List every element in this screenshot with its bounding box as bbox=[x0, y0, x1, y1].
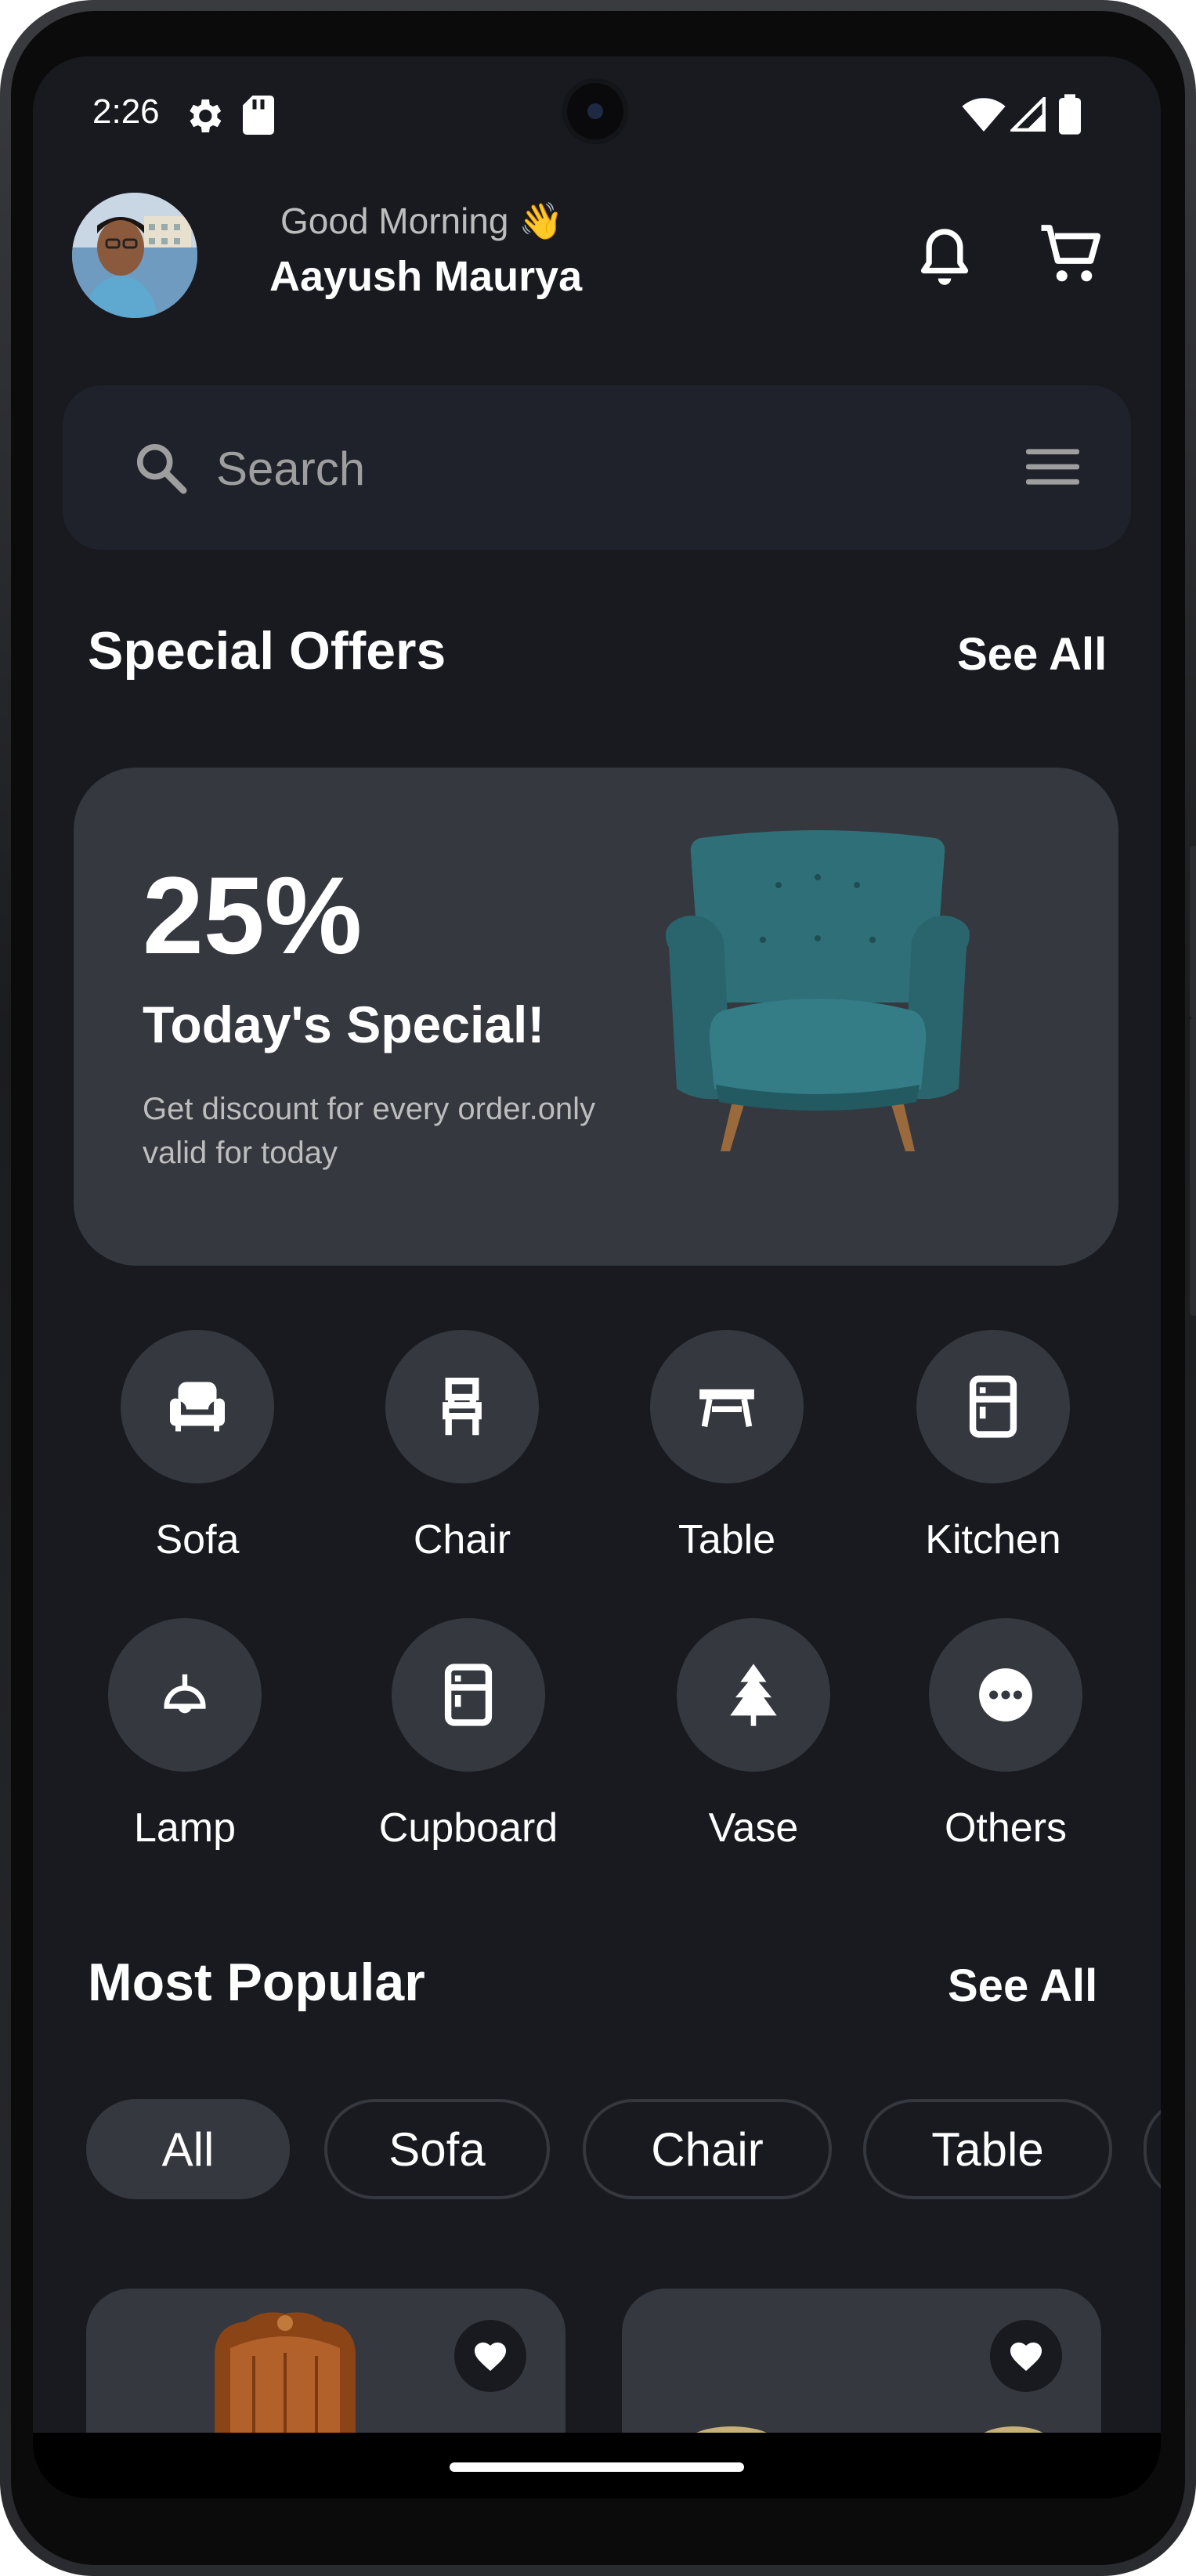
greeting-text: Good Morning 👋 bbox=[280, 201, 564, 241]
more-icon bbox=[979, 1668, 1032, 1722]
category-label: Others bbox=[944, 1805, 1068, 1851]
user-avatar[interactable] bbox=[72, 193, 197, 318]
category-sofa[interactable]: Sofa bbox=[80, 1330, 315, 1563]
power-button bbox=[1190, 1018, 1196, 1316]
special-offer-banner[interactable]: 25% Today's Special! Get discount for ev… bbox=[74, 768, 1118, 1266]
category-lamp-circle bbox=[108, 1618, 262, 1772]
cupboard-icon bbox=[444, 1664, 493, 1726]
filter-chip-table[interactable]: Table bbox=[863, 2099, 1112, 2199]
shopping-cart-icon[interactable] bbox=[1039, 222, 1104, 288]
user-name: Aayush Maurya bbox=[269, 253, 583, 300]
signal-icon bbox=[1010, 97, 1046, 132]
settings-gear-icon bbox=[190, 99, 222, 132]
most-popular-see-all-link[interactable]: See All bbox=[948, 1960, 1097, 2012]
category-label: Chair bbox=[413, 1517, 511, 1563]
search-icon bbox=[136, 443, 187, 494]
category-others-circle bbox=[929, 1618, 1082, 1772]
home-gesture-handle[interactable] bbox=[450, 2462, 744, 2472]
app-screen: 2:26 Good Morning 👋 Aayush Maurya Search… bbox=[33, 56, 1161, 2498]
system-navigation-bar bbox=[33, 2433, 1161, 2498]
offer-percent: 25% bbox=[143, 854, 363, 977]
product-image-chair bbox=[215, 2312, 356, 2450]
category-table-circle bbox=[650, 1330, 804, 1483]
status-bar: 2:26 bbox=[33, 56, 1161, 174]
filter-chip-chair[interactable]: Chair bbox=[583, 2099, 832, 2199]
special-offers-title: Special Offers bbox=[88, 621, 446, 681]
filter-menu-icon[interactable] bbox=[1026, 446, 1079, 487]
special-offers-see-all-link[interactable]: See All bbox=[957, 628, 1107, 681]
search-input[interactable]: Search bbox=[216, 442, 365, 496]
search-bar[interactable]: Search bbox=[63, 385, 1131, 550]
phone-frame: 2:26 Good Morning 👋 Aayush Maurya Search… bbox=[0, 0, 1196, 2576]
battery-icon bbox=[1059, 94, 1081, 135]
favorite-button[interactable] bbox=[454, 2320, 526, 2392]
category-lamp[interactable]: Lamp bbox=[67, 1618, 302, 1852]
front-camera bbox=[562, 78, 628, 144]
category-label: Kitchen bbox=[925, 1517, 1061, 1563]
most-popular-title: Most Popular bbox=[88, 1953, 425, 2012]
category-others[interactable]: Others bbox=[888, 1618, 1123, 1852]
heart-icon bbox=[474, 2342, 507, 2372]
category-kitchen-circle bbox=[916, 1330, 1070, 1483]
notification-bell-icon[interactable] bbox=[913, 224, 976, 291]
filter-chip-all[interactable]: All bbox=[86, 2099, 290, 2199]
offer-description: Get discount for every order.only valid … bbox=[143, 1092, 596, 1170]
lamp-icon bbox=[164, 1674, 206, 1714]
status-time: 2:26 bbox=[92, 92, 160, 131]
heart-icon bbox=[1010, 2342, 1042, 2372]
category-label: Table bbox=[677, 1517, 776, 1563]
category-vase-circle bbox=[677, 1618, 830, 1772]
avatar-photo bbox=[72, 193, 197, 318]
sofa-icon bbox=[170, 1382, 225, 1432]
armchair-image bbox=[665, 830, 970, 1151]
filter-chip-more[interactable] bbox=[1144, 2099, 1161, 2199]
filter-chip-sofa[interactable]: Sofa bbox=[324, 2099, 550, 2199]
kitchen-icon bbox=[969, 1375, 1017, 1438]
category-cupboard[interactable]: Cupboard bbox=[351, 1618, 586, 1852]
favorite-button[interactable] bbox=[990, 2320, 1062, 2392]
offer-headline: Today's Special! bbox=[143, 995, 545, 1053]
wifi-icon bbox=[962, 98, 1006, 132]
category-table[interactable]: Table bbox=[609, 1330, 844, 1563]
category-sofa-circle bbox=[121, 1330, 274, 1483]
chair-icon bbox=[443, 1378, 482, 1436]
category-label: Sofa bbox=[155, 1517, 240, 1563]
category-label: Cupboard bbox=[378, 1805, 558, 1851]
category-chair[interactable]: Chair bbox=[345, 1330, 580, 1563]
category-label: Vase bbox=[708, 1805, 799, 1851]
category-chair-circle bbox=[385, 1330, 539, 1483]
category-kitchen[interactable]: Kitchen bbox=[876, 1330, 1111, 1563]
tree-plant-icon bbox=[730, 1664, 777, 1726]
volume-button bbox=[1190, 846, 1196, 1018]
category-vase[interactable]: Vase bbox=[636, 1618, 871, 1852]
sd-card-icon bbox=[243, 96, 274, 135]
category-cupboard-circle bbox=[392, 1618, 545, 1772]
table-icon bbox=[699, 1389, 754, 1428]
category-label: Lamp bbox=[133, 1805, 237, 1851]
